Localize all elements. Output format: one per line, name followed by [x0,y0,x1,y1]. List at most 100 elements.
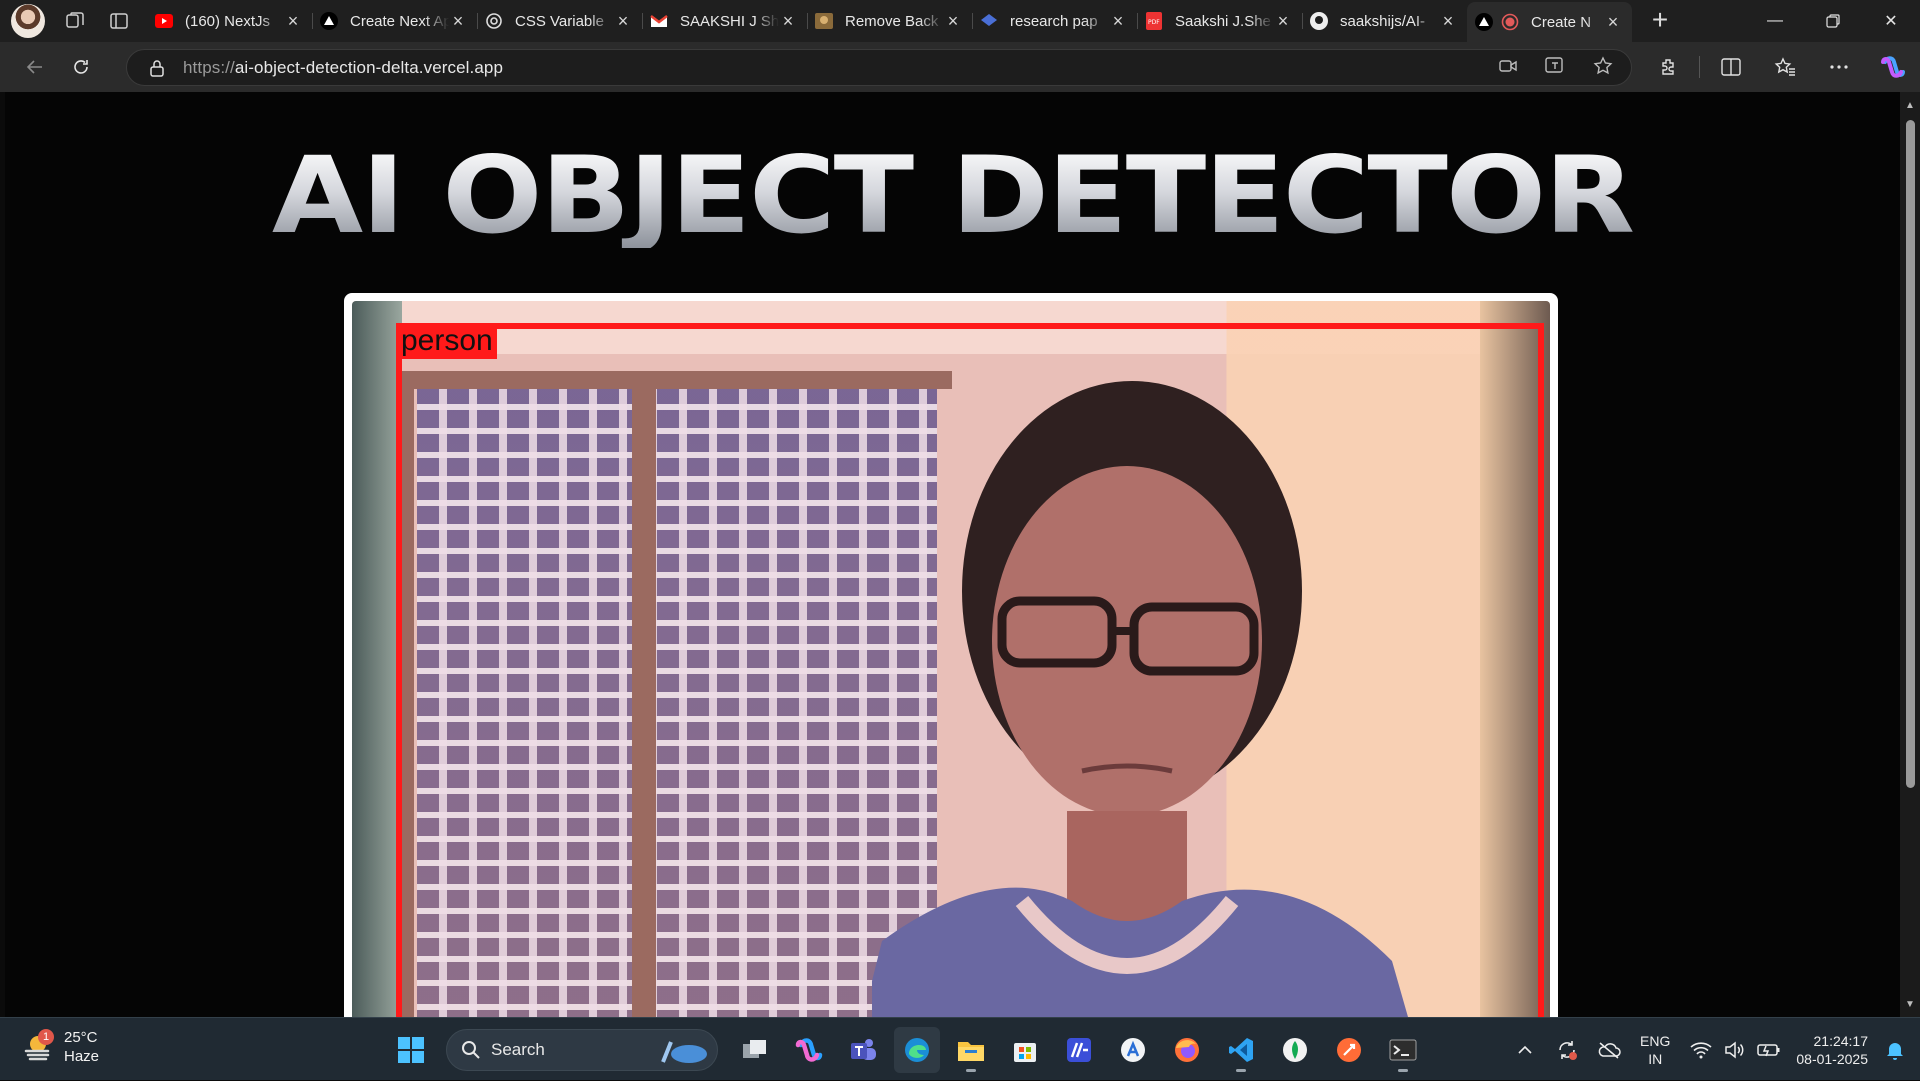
clock-time: 21:24:17 [1813,1032,1869,1049]
left-wall-edge [352,301,402,1061]
detection-box-person [396,323,1544,1061]
edge-taskbar-icon[interactable] [894,1026,940,1073]
refresh-button[interactable] [64,50,98,84]
scroll-thumb[interactable] [1906,120,1915,788]
browser-tab[interactable]: CSS Variable × [477,3,642,39]
language-line-1: ENG [1640,1032,1671,1049]
scroll-up-arrow[interactable]: ▲ [1904,100,1916,111]
windows-start-icon[interactable] [388,1027,434,1073]
vercel-icon [1475,13,1493,31]
vercel-icon [320,12,338,30]
webcam-feed: person [352,301,1550,1061]
terminal-icon[interactable] [1380,1027,1426,1073]
navigation-bar: https://ai-object-detection-delta.vercel… [0,42,1920,92]
browser-tab[interactable]: PDF Saakshi J.She × [1137,3,1302,39]
tab-title: SAAKSHI J Sh [680,12,779,30]
sync-icon[interactable] [1552,1035,1582,1065]
postman-icon[interactable] [1326,1027,1372,1073]
favorites-icon[interactable] [1758,42,1812,92]
back-button[interactable] [18,50,52,84]
ms-store-icon[interactable] [1002,1027,1048,1073]
taskbar-search[interactable]: Search [446,1028,718,1071]
lock-icon[interactable] [147,58,167,78]
clock-date: 08-01-2025 [1796,1050,1868,1067]
onedrive-offline-icon[interactable] [1594,1035,1624,1065]
browser-tab[interactable]: Create N × [1467,2,1632,42]
tab-title: Remove Back [845,12,939,30]
wifi-icon[interactable] [1686,1035,1716,1065]
workspaces-icon[interactable] [61,7,89,35]
language-line-2: IN [1648,1050,1663,1067]
page-scrollbar[interactable]: ▲ ▼ [1900,92,1920,1017]
scroll-down-arrow[interactable]: ▼ [1904,999,1916,1010]
scholar-icon [980,12,998,30]
settings-more-icon[interactable] [1812,42,1866,92]
file-explorer-icon[interactable] [948,1027,994,1073]
show-hidden-icons-chevron-icon[interactable] [1510,1035,1540,1065]
battery-charging-icon[interactable] [1754,1035,1784,1065]
youtube-icon [155,12,173,30]
gmail-icon [650,12,668,30]
tab-close-icon[interactable]: × [1274,12,1292,30]
tab-close-icon[interactable]: × [944,12,962,30]
camera-in-use-icon[interactable] [1499,59,1517,78]
split-screen-icon[interactable] [1704,42,1758,92]
detection-label-person: person [397,323,497,359]
tab-close-icon[interactable]: × [449,12,467,30]
copilot-icon[interactable] [1866,42,1920,92]
tab-title: research pap [1010,12,1098,30]
notifications-bell-icon[interactable] [1880,1035,1910,1065]
toolbar-separator [1699,56,1700,78]
vscode-icon[interactable] [1218,1027,1264,1073]
language-indicator[interactable]: ENG IN [1640,1032,1670,1068]
haze-weather-icon: 1 [22,1029,54,1063]
profile-avatar[interactable] [11,4,45,38]
vertical-tabs-icon[interactable] [105,7,133,35]
clock[interactable]: 21:24:17 08-01-2025 [1796,1032,1868,1068]
github-icon [1310,12,1328,30]
copilot-taskbar-icon[interactable] [786,1027,832,1073]
favorite-star-icon[interactable] [1593,56,1613,81]
browser-tab[interactable]: Remove Back × [807,3,972,39]
browser-tab[interactable]: (160) NextJs × [147,3,312,39]
app-icon[interactable] [1110,1027,1156,1073]
browser-tab[interactable]: saakshijs/AI- × [1302,3,1467,39]
tab-title: Create N [1531,13,1592,31]
search-icon [462,1040,480,1059]
new-tab-button[interactable]: + [1644,5,1676,37]
weather-widget[interactable]: 1 25°C Haze [22,1028,99,1066]
tab-title: Saakshi J.She [1175,12,1271,30]
browser-tab[interactable]: Create Next App× [312,3,477,39]
firefox-icon[interactable] [1164,1027,1210,1073]
url-text[interactable]: https://ai-object-detection-delta.vercel… [183,58,503,78]
volume-icon[interactable] [1720,1035,1750,1065]
address-bar[interactable]: https://ai-object-detection-delta.vercel… [126,49,1632,86]
app-available-icon[interactable] [1545,57,1565,80]
minimize-button[interactable]: — [1746,0,1804,42]
weather-badge: 1 [38,1029,54,1045]
browser-tab[interactable]: research pap × [972,3,1137,39]
tab-title: (160) NextJs [185,12,271,30]
tab-close-icon[interactable]: × [1604,13,1622,31]
weather-condition: Haze [64,1048,100,1065]
url-scheme: https:// [183,57,235,77]
mathpix-icon[interactable] [1056,1027,1102,1073]
removebg-icon [815,12,833,30]
tab-close-icon[interactable]: × [614,12,632,30]
openai-icon [485,12,503,30]
tab-close-icon[interactable]: × [1109,12,1127,30]
extensions-icon[interactable] [1641,42,1695,92]
restore-button[interactable] [1804,0,1862,42]
window-controls: — ✕ [1746,0,1920,42]
browser-tab[interactable]: SAAKSHI J Sh × [642,3,807,39]
mongodb-compass-icon[interactable] [1272,1027,1318,1073]
task-view-icon[interactable] [732,1027,778,1073]
tab-close-icon[interactable]: × [779,12,797,30]
tab-close-icon[interactable]: × [1439,12,1457,30]
tab-close-icon[interactable]: × [284,12,302,30]
search-highlight-icon [661,1040,707,1063]
tab-strip: (160) NextJs×Create Next App×CSS Variabl… [0,0,1920,42]
recording-indicator-icon [1501,13,1519,31]
teams-icon[interactable] [840,1027,886,1073]
close-window-button[interactable]: ✕ [1862,0,1920,42]
